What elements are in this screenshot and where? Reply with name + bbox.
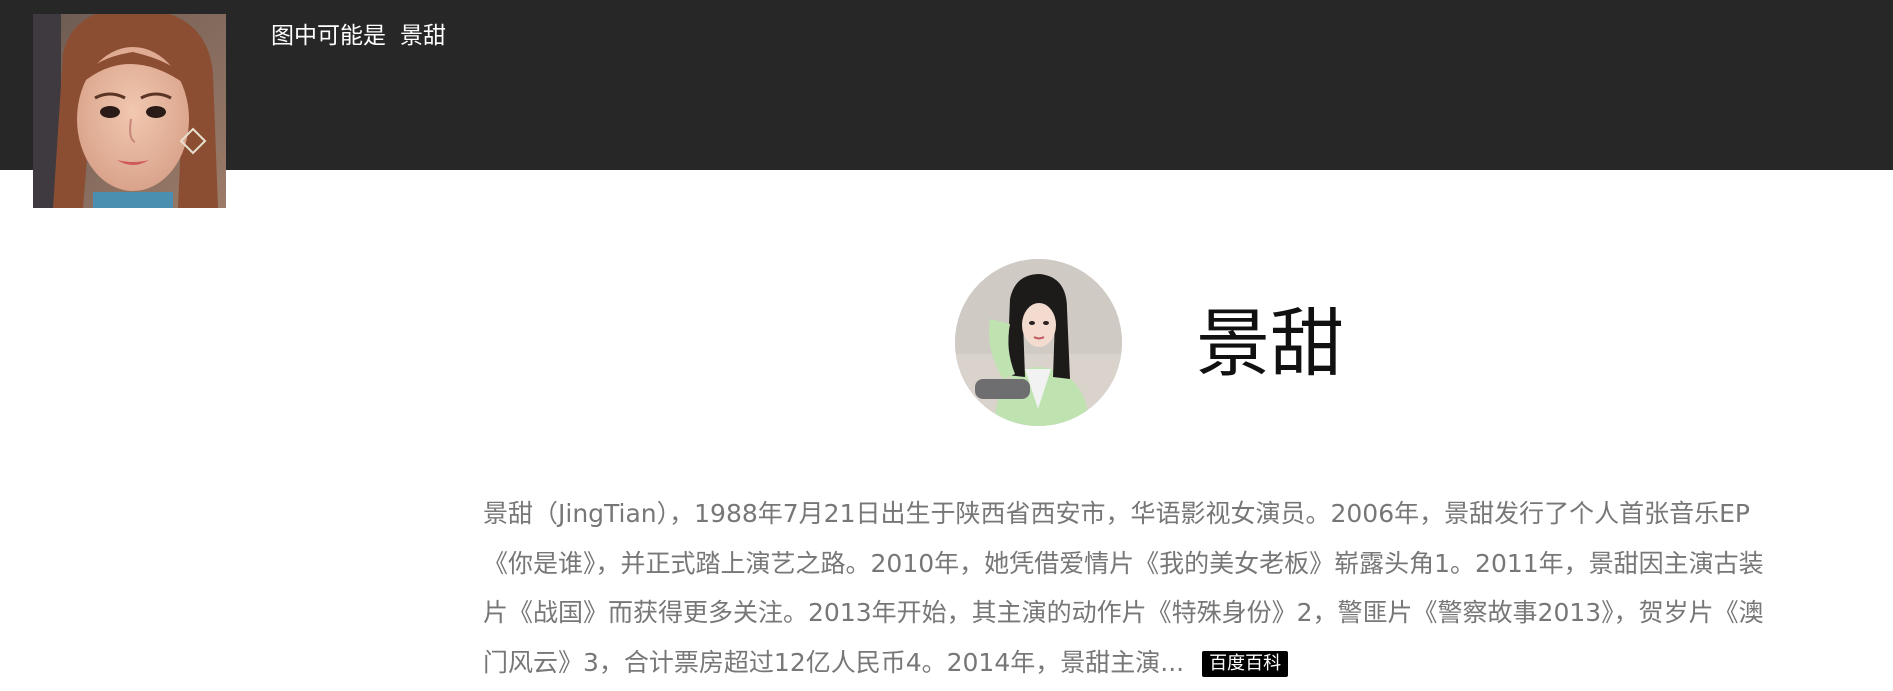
recognition-caption: 图中可能是 景甜 (271, 20, 446, 52)
source-badge-link[interactable]: 百度百科 (1202, 650, 1289, 677)
entity-name-title: 景甜 (1196, 301, 1344, 387)
biography-text: 景甜（JingTian），1988年7月21日出生于陕西省西安市，华语影视女演员… (483, 499, 1764, 677)
caption-person-name[interactable]: 景甜 (400, 23, 446, 49)
query-image-thumbnail[interactable] (33, 14, 226, 208)
caption-prefix: 图中可能是 (271, 23, 386, 49)
entity-biography: 景甜（JingTian），1988年7月21日出生于陕西省西安市，华语影视女演员… (483, 489, 1788, 687)
entity-avatar[interactable] (955, 259, 1122, 426)
